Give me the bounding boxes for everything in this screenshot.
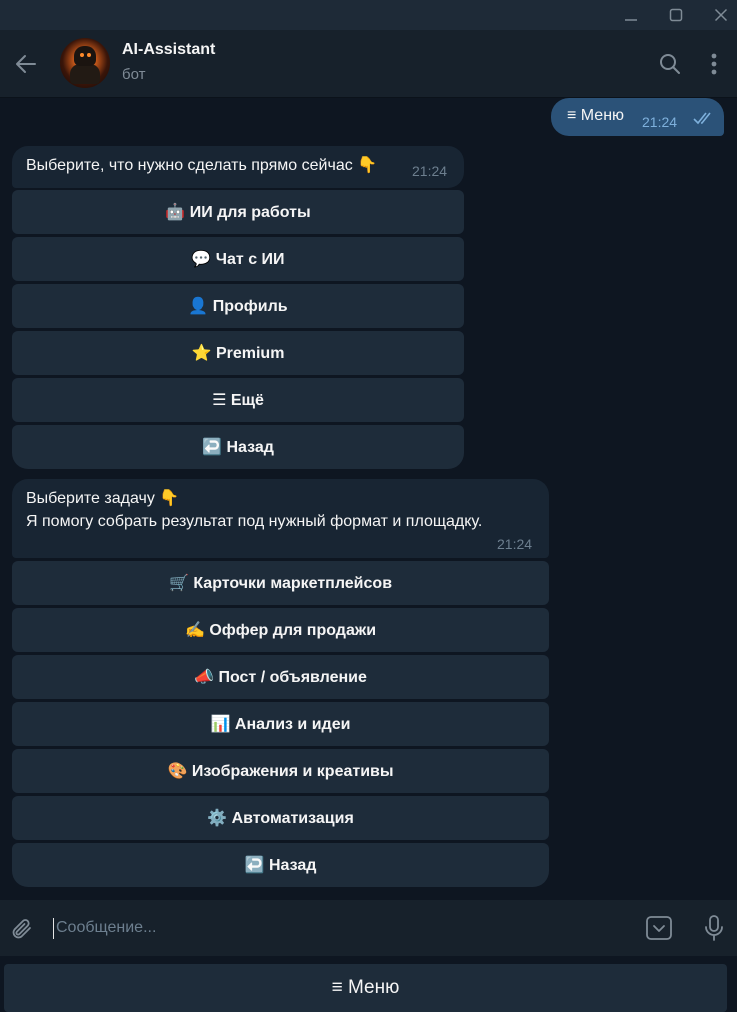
search-icon[interactable]: [656, 50, 684, 78]
menu-button[interactable]: ≡ Меню: [4, 964, 727, 1012]
incoming-message[interactable]: Выберите задачу 👇 Я помогу собрать резул…: [12, 479, 549, 558]
inline-button[interactable]: ⭐ Premium: [12, 331, 464, 375]
inline-button[interactable]: ☰ Ещё: [12, 378, 464, 422]
chat-title[interactable]: AI-Assistant: [122, 41, 215, 59]
window-titlebar: [0, 0, 737, 30]
more-vertical-icon[interactable]: [700, 50, 728, 78]
bot-avatar[interactable]: [60, 38, 110, 88]
message-text: Я помогу собрать результат под нужный фо…: [26, 513, 483, 530]
inline-button[interactable]: ⚙️ Автоматизация: [12, 796, 549, 840]
inline-button[interactable]: 📊 Анализ и идеи: [12, 702, 549, 746]
message-input[interactable]: [56, 915, 616, 941]
maximize-icon[interactable]: [664, 3, 688, 27]
message-time: 21:24: [412, 163, 448, 179]
inline-button[interactable]: 💬 Чат с ИИ: [12, 237, 464, 281]
chat-status: бот: [122, 66, 146, 83]
inline-button[interactable]: 📣 Пост / объявление: [12, 655, 549, 699]
inline-button[interactable]: ✍️ Оффер для продажи: [12, 608, 549, 652]
message-composer: [0, 900, 737, 956]
message-time: 21:24: [497, 536, 533, 552]
read-ticks-icon: [693, 111, 715, 130]
inline-button[interactable]: ↩️ Назад: [12, 843, 549, 887]
inline-button[interactable]: 🛒 Карточки маркетплейсов: [12, 561, 549, 605]
message-text: Выберите задачу 👇: [26, 490, 180, 507]
chat-header: AI-Assistant бот: [0, 30, 737, 98]
minimize-icon[interactable]: [619, 3, 643, 27]
inline-button[interactable]: 🤖 ИИ для работы: [12, 190, 464, 234]
arrow-left-icon[interactable]: [12, 50, 40, 78]
keyboard-toggle-icon[interactable]: [644, 913, 674, 943]
message-text: Выберите, что нужно сделать прямо сейчас…: [26, 157, 378, 174]
close-icon[interactable]: [709, 3, 733, 27]
text-cursor: [53, 918, 54, 939]
inline-button[interactable]: ↩️ Назад: [12, 425, 464, 469]
message-list[interactable]: ≡ Меню 21:24 Выберите, что нужно сделать…: [0, 98, 737, 900]
microphone-icon[interactable]: [700, 913, 728, 943]
message-time: 21:24: [642, 114, 678, 130]
paperclip-icon[interactable]: [8, 915, 36, 943]
outgoing-message-text: ≡ Меню: [567, 107, 625, 124]
incoming-message[interactable]: Выберите, что нужно сделать прямо сейчас…: [12, 146, 464, 188]
inline-button[interactable]: 👤 Профиль: [12, 284, 464, 328]
inline-button[interactable]: 🎨 Изображения и креативы: [12, 749, 549, 793]
reply-keyboard: ≡ Меню: [0, 956, 737, 1012]
outgoing-message[interactable]: ≡ Меню 21:24: [551, 98, 724, 136]
